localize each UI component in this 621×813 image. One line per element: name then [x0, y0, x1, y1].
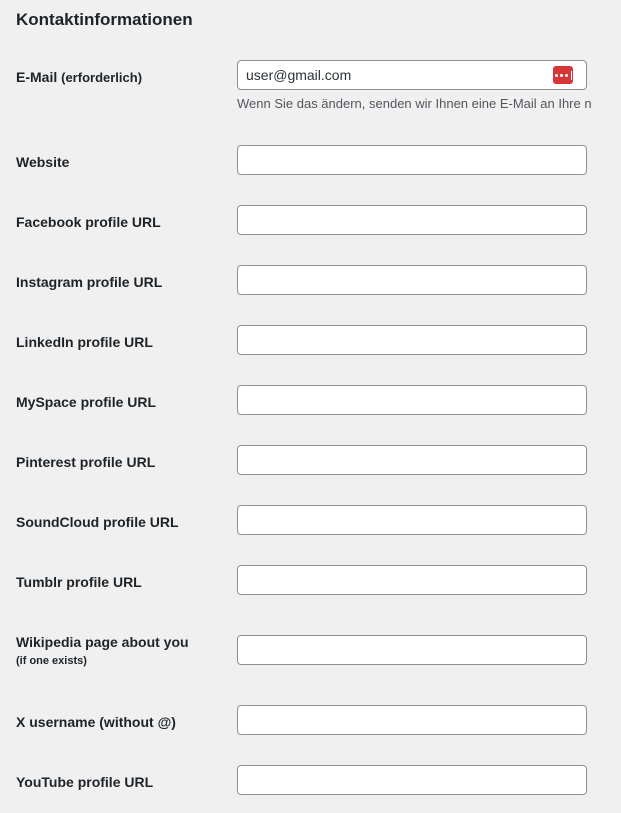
instagram-input[interactable]: [237, 265, 587, 295]
wikipedia-input[interactable]: [237, 635, 587, 665]
email-label-text: E-Mail: [16, 69, 58, 85]
tumblr-label: Tumblr profile URL: [16, 574, 142, 590]
myspace-input[interactable]: [237, 385, 587, 415]
youtube-label: YouTube profile URL: [16, 774, 154, 790]
myspace-label: MySpace profile URL: [16, 394, 157, 410]
email-required-note: (erforderlich): [61, 70, 143, 85]
facebook-label: Facebook profile URL: [16, 214, 161, 230]
soundcloud-label: SoundCloud profile URL: [16, 514, 179, 530]
wikipedia-label-text: Wikipedia page about you: [16, 634, 189, 650]
wikipedia-label: Wikipedia page about you (if one exists): [16, 632, 189, 668]
linkedin-input[interactable]: [237, 325, 587, 355]
soundcloud-input[interactable]: [237, 505, 587, 535]
linkedin-label: LinkedIn profile URL: [16, 334, 153, 350]
website-label: Website: [16, 154, 70, 170]
x-username-input[interactable]: [237, 705, 587, 735]
wikipedia-label-note: (if one exists): [16, 655, 87, 667]
facebook-input[interactable]: [237, 205, 587, 235]
section-title: Kontaktinformationen: [16, 10, 193, 29]
instagram-label: Instagram profile URL: [16, 274, 163, 290]
x-username-label: X username (without @): [16, 714, 176, 730]
email-description: Wenn Sie das ändern, senden wir Ihnen ei…: [237, 96, 592, 111]
tumblr-input[interactable]: [237, 565, 587, 595]
pinterest-input[interactable]: [237, 445, 587, 475]
password-manager-icon[interactable]: [553, 66, 573, 84]
youtube-input[interactable]: [237, 765, 587, 795]
pinterest-label: Pinterest profile URL: [16, 454, 156, 470]
email-input[interactable]: [237, 60, 587, 90]
website-input[interactable]: [237, 145, 587, 175]
email-label: E-Mail (erforderlich): [16, 67, 142, 88]
